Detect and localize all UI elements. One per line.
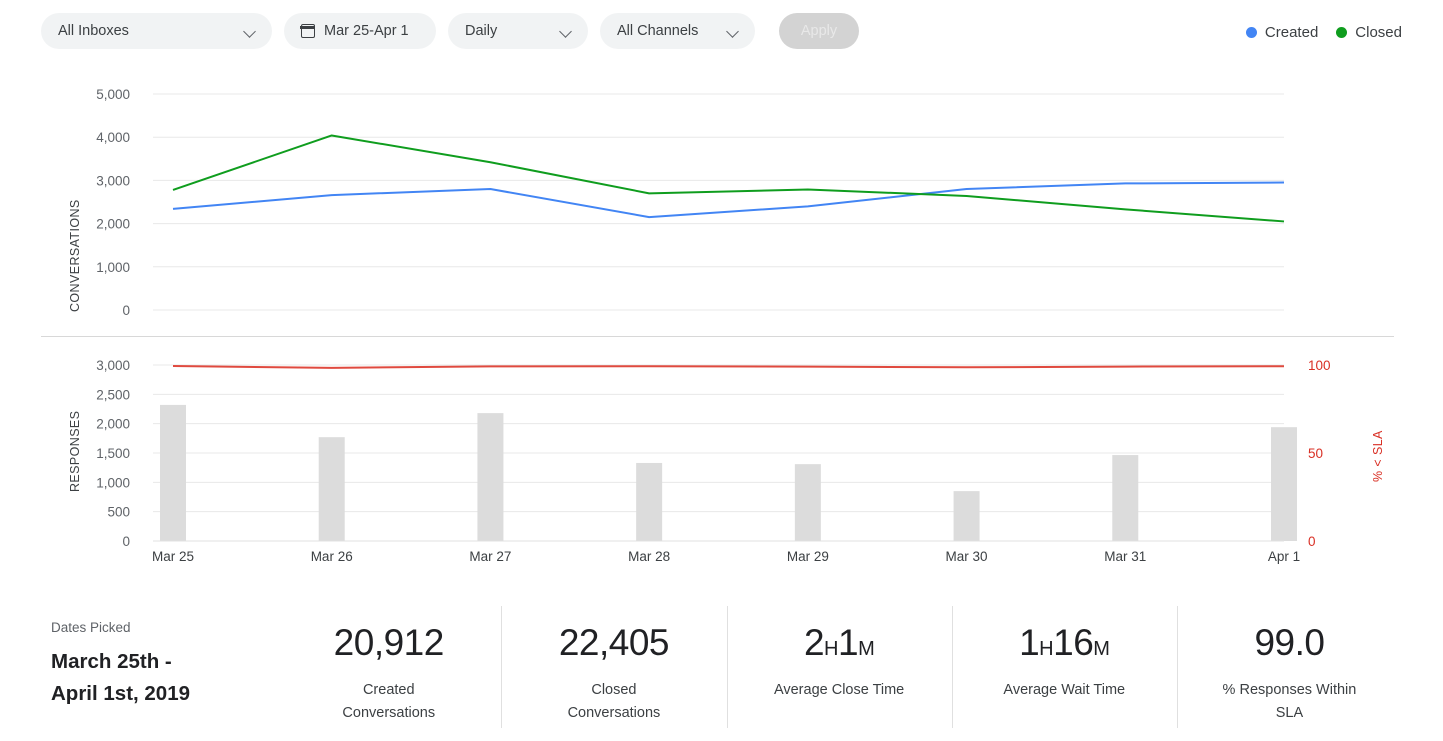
legend-item-created: Created [1245, 24, 1319, 41]
stat-dates-picked: Dates Picked March 25th - April 1st, 201… [41, 600, 276, 710]
x-axis-tick-label: Mar 29 [787, 549, 829, 564]
bar [318, 437, 345, 541]
filter-bar: All Inboxes Mar 25-Apr 1 Daily All Chann… [0, 0, 1443, 62]
series-line-closed [172, 134, 1285, 223]
stat-minutes-value: 16 [1053, 622, 1094, 663]
legend-label: Created [1264, 24, 1319, 41]
chevron-down-icon [242, 23, 258, 39]
stat-label-line1: Average Close Time [773, 681, 905, 698]
dates-picked-line1: March 25th - [51, 650, 172, 673]
x-axis-tick-label: Mar 27 [469, 549, 511, 564]
bar-chart-canvas: 0 500 1,000 1,500 2,000 2,500 3,000 0 50 100 Mar 2… [96, 358, 1331, 564]
stat-label-line2: SLA [1275, 705, 1304, 722]
dates-picked-title: Dates Picked [51, 620, 131, 635]
stat-average-close-time: 2H1M Average Close Time [726, 600, 952, 729]
conversations-line-chart: CONVERSATIONS 0 1,000 2,000 3,000 4,000 5,000 [0, 62, 1443, 334]
stat-hours-unit: H [824, 638, 838, 660]
chart-legend: Created Closed [1237, 24, 1402, 41]
y-axis-tick-label: 4,000 [96, 130, 130, 145]
stat-closed-conversations: 22,405 Closed Conversations [501, 600, 726, 728]
y2-axis-tick-label: 50 [1308, 446, 1323, 461]
chevron-down-icon [558, 23, 574, 39]
stat-label-line2: Conversations [342, 705, 436, 722]
y-axis-tick-label: 1,000 [96, 475, 130, 490]
bar [160, 404, 186, 541]
legend-item-closed: Closed [1336, 24, 1402, 41]
channel-filter-dropdown[interactable]: All Channels [600, 13, 755, 49]
stat-label-line1: Closed [591, 681, 637, 698]
summary-stats-row: Dates Picked March 25th - April 1st, 201… [41, 600, 1402, 741]
series-line-sla [172, 365, 1285, 369]
stat-created-conversations: 20,912 Created Conversations [276, 600, 501, 726]
stat-hours-value: 2 [803, 622, 825, 663]
stat-value: 2H1M [727, 622, 952, 665]
stat-label-line1: Average Wait Time [1003, 681, 1126, 698]
x-axis-tick-label: Apr 1 [1268, 549, 1300, 564]
x-axis-tick-label: Mar 26 [311, 549, 353, 564]
bar [1112, 455, 1139, 541]
y2-axis-tick-label: 0 [1308, 534, 1316, 549]
y-axis-tick-label: 2,500 [96, 387, 130, 402]
stat-label: Created Conversations [276, 679, 501, 726]
y-axis-tick-label: 1,000 [96, 260, 130, 275]
stat-value: 22,405 [558, 622, 670, 663]
inbox-filter-dropdown[interactable]: All Inboxes [41, 13, 272, 49]
y-axis-tick-label: 2,000 [96, 417, 130, 432]
y-axis-tick-label: 2,000 [96, 217, 130, 232]
bar [953, 491, 980, 541]
date-range-label: Mar 25-Apr 1 [324, 22, 409, 39]
y-axis-tick-label: 0 [122, 303, 130, 318]
line-chart-canvas: 0 1,000 2,000 3,000 4,000 5,000 [96, 87, 1285, 318]
x-axis-tick-label: Mar 30 [946, 549, 988, 564]
y-axis-tick-label: 500 [107, 505, 130, 520]
stat-label-line1: % Responses Within [1222, 681, 1357, 698]
legend-color-swatch [1245, 27, 1257, 38]
stat-label-line2: Conversations [567, 705, 661, 722]
y-axis-tick-label: 5,000 [96, 87, 130, 102]
bar [1271, 427, 1297, 541]
stat-average-wait-time: 1H16M Average Wait Time [951, 600, 1177, 729]
y-axis-tick-label: 1,500 [96, 446, 130, 461]
date-range-picker[interactable]: Mar 25-Apr 1 [284, 13, 436, 49]
stat-value: 99.0 [1254, 622, 1325, 663]
stat-hours-value: 1 [1019, 622, 1040, 663]
apply-button-label: Apply [800, 22, 838, 39]
inbox-filter-label: All Inboxes [58, 22, 129, 39]
dates-picked-line2: April 1st, 2019 [51, 681, 191, 705]
y-axis-tick-label: 3,000 [96, 173, 130, 188]
granularity-filter-label: Daily [465, 22, 498, 39]
bar [636, 462, 663, 541]
stat-label: Closed Conversations [501, 679, 726, 726]
legend-label: Closed [1355, 24, 1402, 41]
chevron-down-icon [725, 23, 741, 39]
x-axis-tick-label: Mar 31 [1104, 549, 1146, 564]
bar [477, 413, 504, 541]
series-line-created [172, 181, 1285, 219]
stat-minutes-unit: M [858, 638, 875, 660]
stat-value: 1H16M [952, 622, 1177, 665]
granularity-filter-dropdown[interactable]: Daily [448, 13, 588, 49]
bar [794, 464, 821, 541]
channel-filter-label: All Channels [617, 22, 699, 39]
x-axis-tick-label: Mar 25 [152, 549, 194, 564]
dates-picked-value: March 25th - April 1st, 2019 [51, 646, 276, 710]
y2-axis-tick-label: 100 [1308, 358, 1331, 373]
stat-label-line1: Created [362, 681, 415, 698]
stat-hours-unit: H [1039, 638, 1054, 660]
stat-value: 20,912 [333, 622, 445, 663]
responses-bar-chart: RESPONSES % < SLA 0 500 1,000 1,500 2,000 2,5… [0, 337, 1443, 577]
y-axis-tick-label: 0 [122, 534, 130, 549]
calendar-icon [300, 24, 315, 38]
stat-minutes-value: 1 [837, 622, 859, 663]
apply-button[interactable]: Apply [779, 13, 859, 49]
stat-responses-within-sla: 99.0 % Responses Within SLA [1176, 600, 1402, 728]
stat-label: % Responses Within SLA [1177, 679, 1402, 726]
y-axis-tick-label: 3,000 [96, 358, 130, 373]
stat-label: Average Wait Time [952, 679, 1177, 702]
stat-label: Average Close Time [727, 679, 952, 702]
x-axis-tick-label: Mar 28 [628, 549, 670, 564]
stat-minutes-unit: M [1093, 638, 1110, 660]
legend-color-swatch [1336, 27, 1348, 38]
